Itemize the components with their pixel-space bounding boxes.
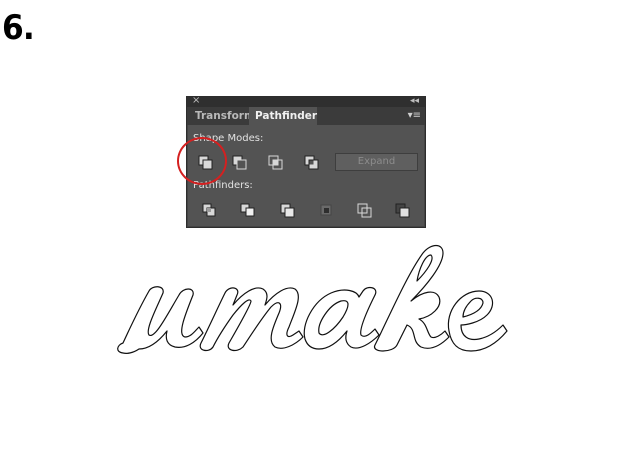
panel-menu-icon[interactable]: ▾≡: [408, 109, 421, 123]
intersect-icon[interactable]: [265, 152, 287, 172]
minus-front-icon[interactable]: [229, 152, 251, 172]
minus-back-icon[interactable]: [392, 200, 414, 220]
exclude-icon[interactable]: [301, 152, 323, 172]
tab-pathfinder[interactable]: Pathfinder: [249, 107, 317, 125]
step-number: 6.: [2, 8, 35, 48]
collapse-icon[interactable]: ◂◂: [410, 95, 419, 107]
umake-artwork: [117, 244, 508, 354]
divide-icon[interactable]: [199, 200, 221, 220]
merge-icon[interactable]: [277, 200, 299, 220]
expand-button[interactable]: Expand: [335, 153, 418, 171]
outline-icon[interactable]: [354, 200, 376, 220]
panel-tabs: Transform Pathfinder ▾≡: [187, 107, 425, 125]
crop-icon[interactable]: [316, 200, 338, 220]
panel-titlebar[interactable]: × ◂◂: [187, 95, 425, 107]
close-icon[interactable]: ×: [192, 95, 200, 107]
trim-icon[interactable]: [237, 200, 259, 220]
highlight-circle: [177, 137, 227, 185]
